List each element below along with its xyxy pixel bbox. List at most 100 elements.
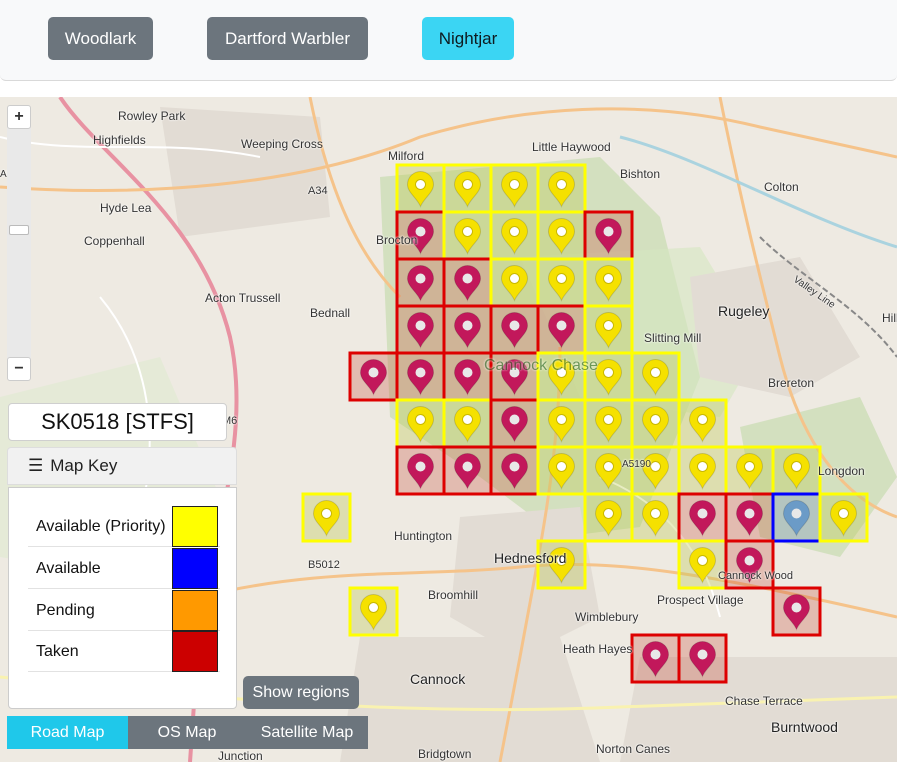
place-label: Cannock bbox=[410, 671, 466, 687]
map-marker-dot bbox=[603, 461, 614, 472]
road-label: A34 bbox=[308, 185, 328, 197]
place-label: Heath Hayes bbox=[563, 642, 633, 656]
map-marker-dot bbox=[697, 414, 708, 425]
zoom-out-button[interactable]: − bbox=[7, 357, 31, 381]
map-marker-dot bbox=[791, 508, 802, 519]
os-map-button[interactable]: OS Map bbox=[128, 716, 246, 749]
map-marker-dot bbox=[462, 461, 473, 472]
map-marker-dot bbox=[603, 226, 614, 237]
map-marker-dot bbox=[697, 461, 708, 472]
species-tab-nightjar[interactable]: Nightjar bbox=[422, 17, 514, 60]
place-label: Hill bbox=[882, 311, 897, 325]
place-label: Brocton bbox=[376, 233, 418, 247]
map-marker-dot bbox=[509, 226, 520, 237]
place-label: Brereton bbox=[768, 376, 815, 390]
map-marker-dot bbox=[462, 414, 473, 425]
place-label: Cannock Wood bbox=[718, 570, 794, 582]
map-marker-dot bbox=[697, 508, 708, 519]
place-label: Little Haywood bbox=[532, 140, 611, 154]
map-marker-dot bbox=[462, 226, 473, 237]
map-marker-dot bbox=[697, 555, 708, 566]
map-marker-dot bbox=[415, 367, 426, 378]
map-marker-dot bbox=[462, 179, 473, 190]
map-layer-switcher: Road Map OS Map Satellite Map bbox=[7, 716, 368, 749]
map-key-title: Map Key bbox=[50, 456, 118, 475]
place-label: Hyde Lea bbox=[100, 201, 152, 215]
map-key-swatch bbox=[172, 548, 218, 589]
species-tab-woodlark[interactable]: Woodlark bbox=[48, 17, 153, 60]
menu-icon: ☰ bbox=[28, 456, 44, 475]
map-marker-dot bbox=[415, 414, 426, 425]
map-marker-dot bbox=[603, 414, 614, 425]
map-marker-dot bbox=[462, 273, 473, 284]
map-marker-dot bbox=[650, 649, 661, 660]
place-label: Chase Terrace bbox=[725, 694, 803, 708]
map-key-row: Available bbox=[28, 548, 220, 589]
map-marker-dot bbox=[462, 367, 473, 378]
map-key-panel: Available (Priority) Available Pending T… bbox=[8, 487, 237, 709]
zoom-control: + − bbox=[7, 105, 31, 381]
map-marker-dot bbox=[744, 555, 755, 566]
map-marker-dot bbox=[415, 320, 426, 331]
place-label: Rowley Park bbox=[118, 109, 186, 123]
map-marker-dot bbox=[650, 461, 661, 472]
map-key-label: Taken bbox=[36, 643, 79, 660]
map-marker-dot bbox=[556, 273, 567, 284]
map-marker-dot bbox=[603, 273, 614, 284]
road-label: A5190 bbox=[622, 459, 651, 470]
map-marker-dot bbox=[556, 320, 567, 331]
map-marker-dot bbox=[509, 461, 520, 472]
map-marker-dot bbox=[603, 508, 614, 519]
map-marker-dot bbox=[650, 508, 661, 519]
zoom-in-button[interactable]: + bbox=[7, 105, 31, 129]
place-label: Rugeley bbox=[718, 303, 770, 319]
place-label: Bridgtown bbox=[418, 747, 472, 761]
place-label: Prospect Village bbox=[657, 593, 744, 607]
map-marker-dot bbox=[791, 461, 802, 472]
map-marker-dot bbox=[368, 602, 379, 613]
map-marker-dot bbox=[462, 320, 473, 331]
road-map-button[interactable]: Road Map bbox=[7, 716, 128, 749]
place-label: Broomhill bbox=[428, 588, 479, 602]
map-marker-dot bbox=[838, 508, 849, 519]
map-key-row: Available (Priority) bbox=[28, 506, 220, 547]
map-key-swatch bbox=[172, 506, 218, 547]
map-key-label: Available bbox=[36, 560, 101, 577]
zoom-slider-handle[interactable] bbox=[9, 225, 29, 235]
map-marker-dot bbox=[603, 367, 614, 378]
map-marker-dot bbox=[556, 226, 567, 237]
place-label: Burntwood bbox=[771, 719, 838, 735]
map-marker-dot bbox=[744, 461, 755, 472]
map-marker-dot bbox=[415, 461, 426, 472]
place-label: Highfields bbox=[93, 133, 146, 147]
map-marker-dot bbox=[509, 273, 520, 284]
area-label: Cannock Chase bbox=[484, 357, 598, 374]
map-marker-dot bbox=[556, 414, 567, 425]
place-label: Hednesford bbox=[494, 550, 567, 566]
map-marker-dot bbox=[556, 179, 567, 190]
place-label: Bednall bbox=[310, 306, 351, 320]
map-marker-dot bbox=[509, 179, 520, 190]
map-key-label: Pending bbox=[36, 602, 95, 619]
place-label: Colton bbox=[764, 180, 799, 194]
place-label: Wimblebury bbox=[575, 610, 639, 624]
species-tab-bar: Woodlark Dartford Warbler Nightjar bbox=[0, 0, 897, 81]
map-marker-dot bbox=[603, 320, 614, 331]
map-marker-dot bbox=[509, 414, 520, 425]
place-label: Norton Canes bbox=[596, 742, 671, 756]
place-label: Huntington bbox=[394, 529, 453, 543]
map-key-label: Available (Priority) bbox=[36, 518, 166, 535]
map-marker-dot bbox=[744, 508, 755, 519]
place-label: Slitting Mill bbox=[644, 331, 702, 345]
show-regions-button[interactable]: Show regions bbox=[243, 676, 359, 709]
map-marker-dot bbox=[650, 367, 661, 378]
map-marker-dot bbox=[415, 273, 426, 284]
place-label: Coppenhall bbox=[84, 234, 145, 248]
map-marker-dot bbox=[556, 461, 567, 472]
selected-gridref: SK0518 [STFS] bbox=[8, 403, 227, 441]
place-label: Weeping Cross bbox=[241, 137, 323, 151]
species-tab-dartford-warbler[interactable]: Dartford Warbler bbox=[207, 17, 368, 60]
satellite-map-button[interactable]: Satellite Map bbox=[246, 716, 368, 749]
map-key-toggle[interactable]: ☰ Map Key bbox=[7, 447, 237, 485]
place-label: Longdon bbox=[818, 464, 865, 478]
